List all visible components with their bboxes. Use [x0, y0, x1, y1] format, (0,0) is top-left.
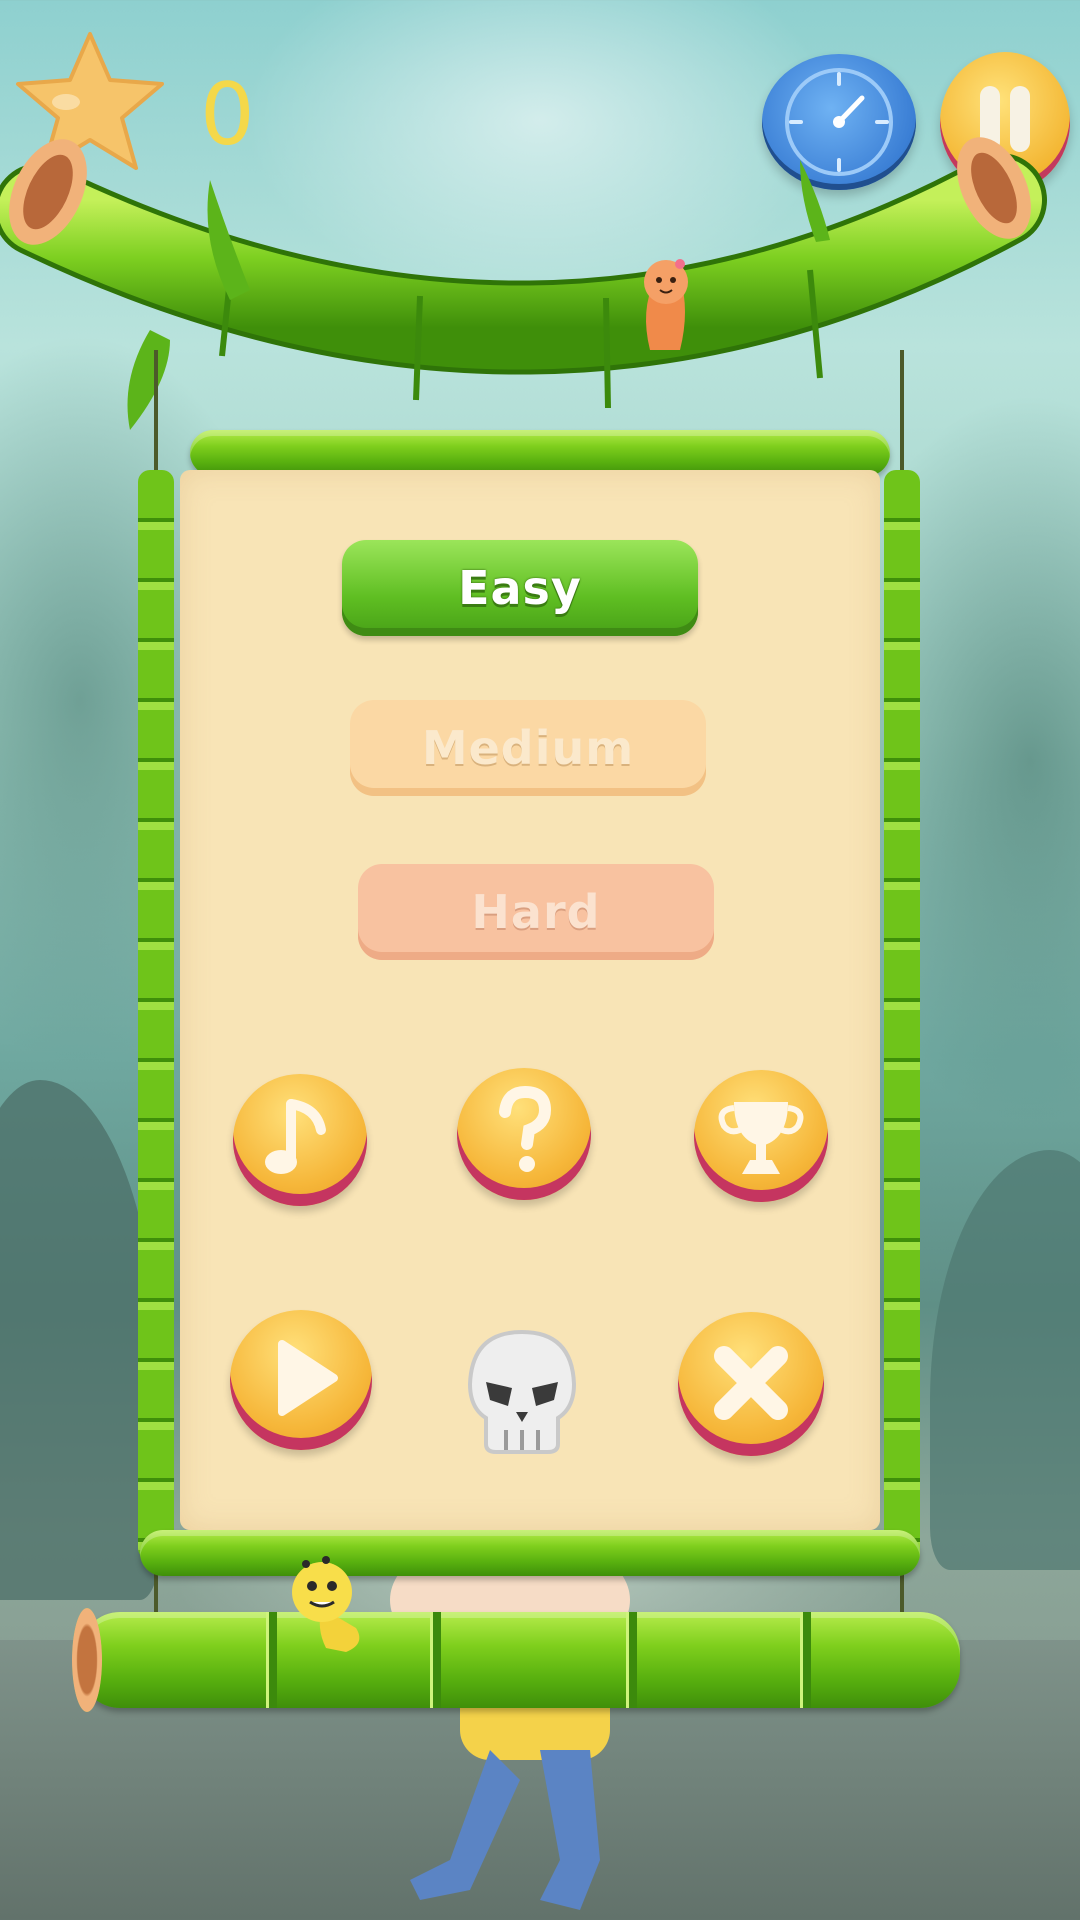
score-counter: 0: [200, 65, 255, 165]
close-button[interactable]: [678, 1312, 824, 1456]
trophy-icon: [718, 1102, 804, 1174]
bamboo-node: [266, 1612, 277, 1708]
pause-bar-left: [980, 86, 1000, 152]
trophy-button[interactable]: [694, 1070, 828, 1202]
help-button[interactable]: [457, 1068, 591, 1200]
music-note-icon: [265, 1099, 326, 1174]
bottom-bamboo-log: [80, 1612, 960, 1708]
pink-worm-character: [644, 259, 688, 350]
music-button[interactable]: [233, 1074, 367, 1206]
pause-button[interactable]: [940, 52, 1070, 192]
bamboo-node: [626, 1612, 637, 1708]
bamboo-node: [430, 1612, 441, 1708]
star-icon: [16, 32, 164, 170]
bottom-bamboo-end: [72, 1608, 102, 1712]
yellow-worm-character: [292, 1556, 360, 1652]
right-bamboo-rail: [884, 470, 920, 1560]
clock-icon: [785, 68, 893, 176]
background-cliff-left: [0, 1080, 160, 1600]
pause-bar-right: [1010, 86, 1030, 152]
bamboo-node: [800, 1612, 811, 1708]
easy-button[interactable]: Easy: [342, 540, 698, 636]
hard-button[interactable]: Hard: [358, 864, 714, 960]
help-icon: [499, 1085, 552, 1172]
background-cliff-right: [930, 1150, 1080, 1570]
medium-button[interactable]: Medium: [350, 700, 706, 796]
skull-icon[interactable]: [464, 1326, 580, 1456]
play-button[interactable]: [230, 1310, 372, 1450]
panel-bottom-bamboo: [140, 1530, 920, 1576]
left-bamboo-rail: [138, 470, 174, 1560]
close-icon: [714, 1346, 788, 1420]
play-icon: [278, 1340, 338, 1416]
clock-button[interactable]: [762, 54, 916, 190]
